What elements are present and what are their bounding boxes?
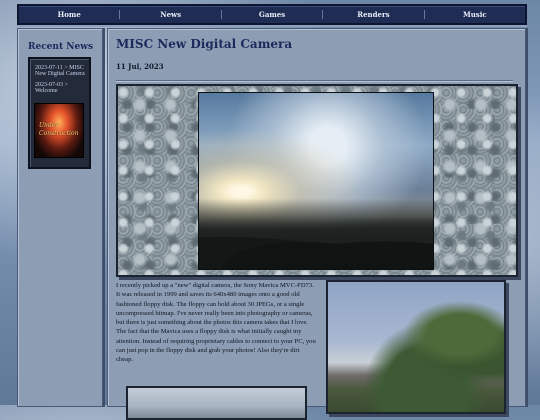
- main-content: MISC New Digital Camera 11 Jul, 2023 I r…: [107, 28, 526, 420]
- nav-news-link[interactable]: News: [120, 6, 220, 23]
- post-title: MISC New Digital Camera: [116, 37, 293, 51]
- sunset-photo: [198, 92, 434, 270]
- sidebar: Recent News 2023-07-11 > MISC New Digita…: [17, 28, 103, 407]
- post-date: 11 Jul, 2023: [116, 62, 164, 71]
- palm-trees-photo: [326, 280, 506, 414]
- post-body: I recently picked up a "new" digital cam…: [116, 282, 316, 364]
- nav-renders-link[interactable]: Renders: [323, 6, 423, 23]
- third-photo: [126, 386, 307, 420]
- under-construction-banner: Under Construction: [34, 103, 84, 158]
- nav-games-link[interactable]: Games: [222, 6, 322, 23]
- recent-news-box: 2023-07-11 > MISC New Digital Camera 202…: [28, 57, 91, 169]
- nav-music-link[interactable]: Music: [425, 6, 525, 23]
- news-link-welcome[interactable]: 2023-07-03 > Welcome: [35, 82, 87, 94]
- sidebar-title: Recent News: [28, 42, 94, 52]
- hero-photo-frame: [116, 84, 518, 277]
- news-link-camera[interactable]: 2023-07-11 > MISC New Digital Camera: [35, 65, 87, 77]
- banner-line-1: Under: [39, 122, 59, 129]
- hill-silhouette: [199, 227, 433, 269]
- nav-home-link[interactable]: Home: [19, 6, 119, 23]
- divider: [116, 80, 513, 81]
- top-nav: Home News Games Renders Music: [17, 4, 527, 25]
- banner-line-2: Construction: [39, 130, 79, 137]
